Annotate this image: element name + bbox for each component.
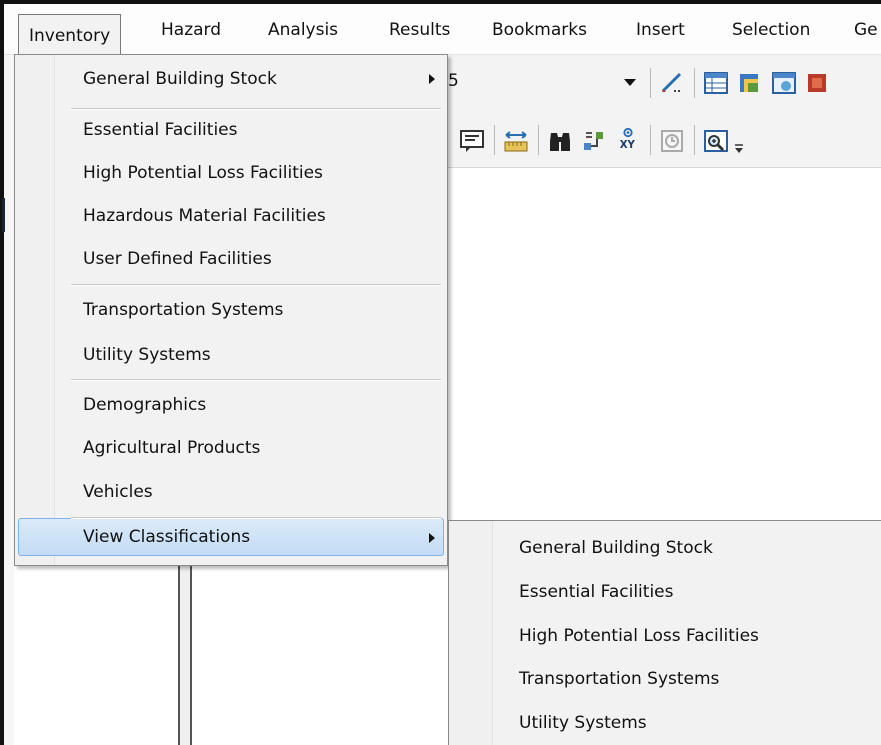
route-icon[interactable] — [582, 129, 606, 153]
submenu-item-essential-facilities[interactable]: Essential Facilities — [519, 575, 673, 609]
menu-item-agricultural-products[interactable]: Agricultural Products — [83, 431, 260, 465]
dropdown-arrow-icon[interactable] — [624, 77, 636, 87]
menu-item-view-classifications[interactable]: View Classifications — [83, 520, 250, 554]
menu-item-hazardous-material-facilities[interactable]: Hazardous Material Facilities — [83, 199, 326, 233]
table-icon[interactable] — [704, 71, 728, 95]
menu-separator — [71, 379, 441, 381]
toolbar-separator — [694, 68, 695, 98]
submenu-arrow-icon — [429, 533, 435, 543]
menu-bookmarks[interactable]: Bookmarks — [492, 16, 587, 44]
left-panel-edge — [4, 55, 14, 745]
menu-bar: Inventory Hazard Analysis Results Bookma… — [4, 4, 881, 58]
layer-add-icon[interactable] — [738, 71, 762, 95]
submenu-item-transportation-systems[interactable]: Transportation Systems — [519, 662, 719, 696]
menu-hazard[interactable]: Hazard — [161, 16, 221, 44]
scale-combo-value: 5 — [448, 71, 459, 91]
window-icon[interactable] — [772, 71, 796, 95]
menu-item-high-potential-loss-facilities[interactable]: High Potential Loss Facilities — [83, 156, 323, 190]
left-panel-marker — [2, 198, 5, 232]
menu-analysis[interactable]: Analysis — [268, 16, 338, 44]
menu-item-essential-facilities[interactable]: Essential Facilities — [83, 113, 237, 147]
panel-splitter[interactable] — [178, 566, 192, 745]
menu-separator — [71, 517, 441, 519]
toolbar-separator — [650, 68, 651, 98]
menu-item-demographics[interactable]: Demographics — [83, 388, 206, 422]
toolbar-overflow-icon[interactable] — [734, 141, 746, 155]
binoculars-icon[interactable] — [548, 129, 572, 153]
menu-item-user-defined-facilities[interactable]: User Defined Facilities — [83, 242, 272, 276]
submenu-item-high-potential-loss-facilities[interactable]: High Potential Loss Facilities — [519, 619, 759, 653]
magnifier-window-icon[interactable] — [704, 129, 728, 153]
red-box-icon[interactable] — [806, 71, 830, 95]
submenu-item-utility-systems[interactable]: Utility Systems — [519, 706, 647, 740]
menu-item-vehicles[interactable]: Vehicles — [83, 475, 153, 509]
menu-item-transportation-systems[interactable]: Transportation Systems — [83, 293, 283, 327]
toolbar-separator — [538, 125, 539, 155]
menu-results[interactable]: Results — [389, 16, 450, 44]
submenu-icon-gutter — [449, 521, 493, 745]
xy-locate-icon[interactable]: XY — [616, 127, 640, 151]
menu-insert[interactable]: Insert — [636, 16, 685, 44]
measure-icon[interactable] — [504, 129, 528, 153]
tools-toolbar: XY — [448, 111, 881, 168]
view-classifications-submenu: General Building Stock Essential Facilit… — [448, 520, 881, 745]
xy-label: XY — [620, 140, 636, 151]
menu-icon-gutter — [15, 55, 55, 565]
edit-pencil-icon[interactable] — [660, 71, 684, 95]
message-icon[interactable] — [460, 129, 484, 153]
inventory-dropdown-menu: General Building Stock Essential Facilit… — [14, 54, 448, 566]
menu-item-general-building-stock[interactable]: General Building Stock — [83, 62, 277, 96]
time-slider-icon — [661, 130, 683, 152]
menu-separator — [71, 284, 441, 286]
toolbar-separator — [694, 125, 695, 155]
menu-geoprocessing[interactable]: Ge — [854, 16, 878, 44]
menu-separator — [71, 108, 441, 110]
toolbar-separator — [494, 125, 495, 155]
submenu-arrow-icon — [429, 74, 435, 84]
menu-item-utility-systems[interactable]: Utility Systems — [83, 338, 211, 372]
scale-combo[interactable]: 5 — [448, 65, 648, 101]
menu-inventory[interactable]: Inventory — [18, 14, 122, 58]
standard-toolbar: 5 — [448, 55, 881, 111]
submenu-item-general-building-stock[interactable]: General Building Stock — [519, 531, 713, 565]
menu-selection[interactable]: Selection — [732, 16, 810, 44]
toolbar-separator — [650, 125, 651, 155]
